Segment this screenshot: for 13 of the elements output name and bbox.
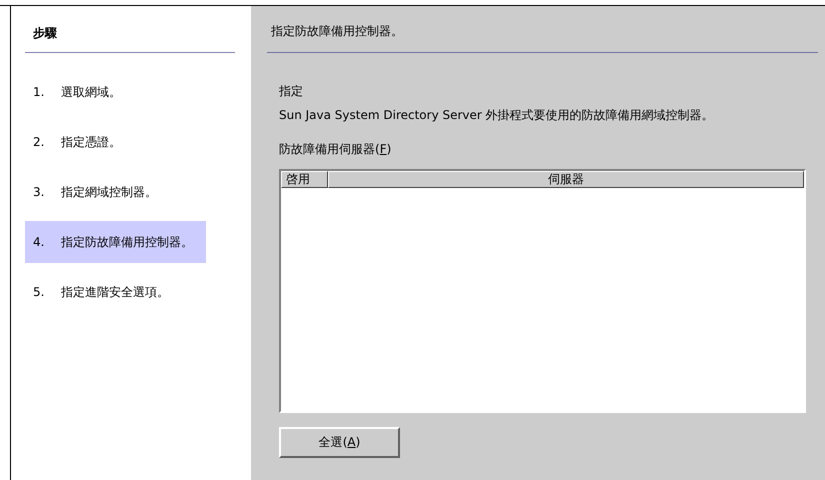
- step-item[interactable]: 1. 選取網域。: [25, 71, 206, 113]
- step-item[interactable]: 2. 指定憑證。: [25, 121, 206, 163]
- select-all-button[interactable]: 全選(A): [279, 427, 400, 458]
- panel-title: 指定防故障備用控制器。: [267, 22, 818, 53]
- column-header[interactable]: 伺服器: [328, 171, 804, 188]
- steps-title: 步驟: [25, 21, 235, 53]
- step-item[interactable]: 3. 指定網域控制器。: [25, 171, 206, 213]
- column-header[interactable]: 啓用: [281, 171, 328, 188]
- description-text: Sun Java System Directory Server 外掛程式要使用的防故障備用網域控制器。: [279, 108, 714, 122]
- list-label: 防故障備用伺服器(F): [279, 142, 392, 156]
- section-heading: 指定: [279, 84, 303, 98]
- step-item[interactable]: 4. 指定防故障備用控制器。: [25, 221, 206, 263]
- step-item[interactable]: 5. 指定進階安全選項。: [25, 271, 206, 313]
